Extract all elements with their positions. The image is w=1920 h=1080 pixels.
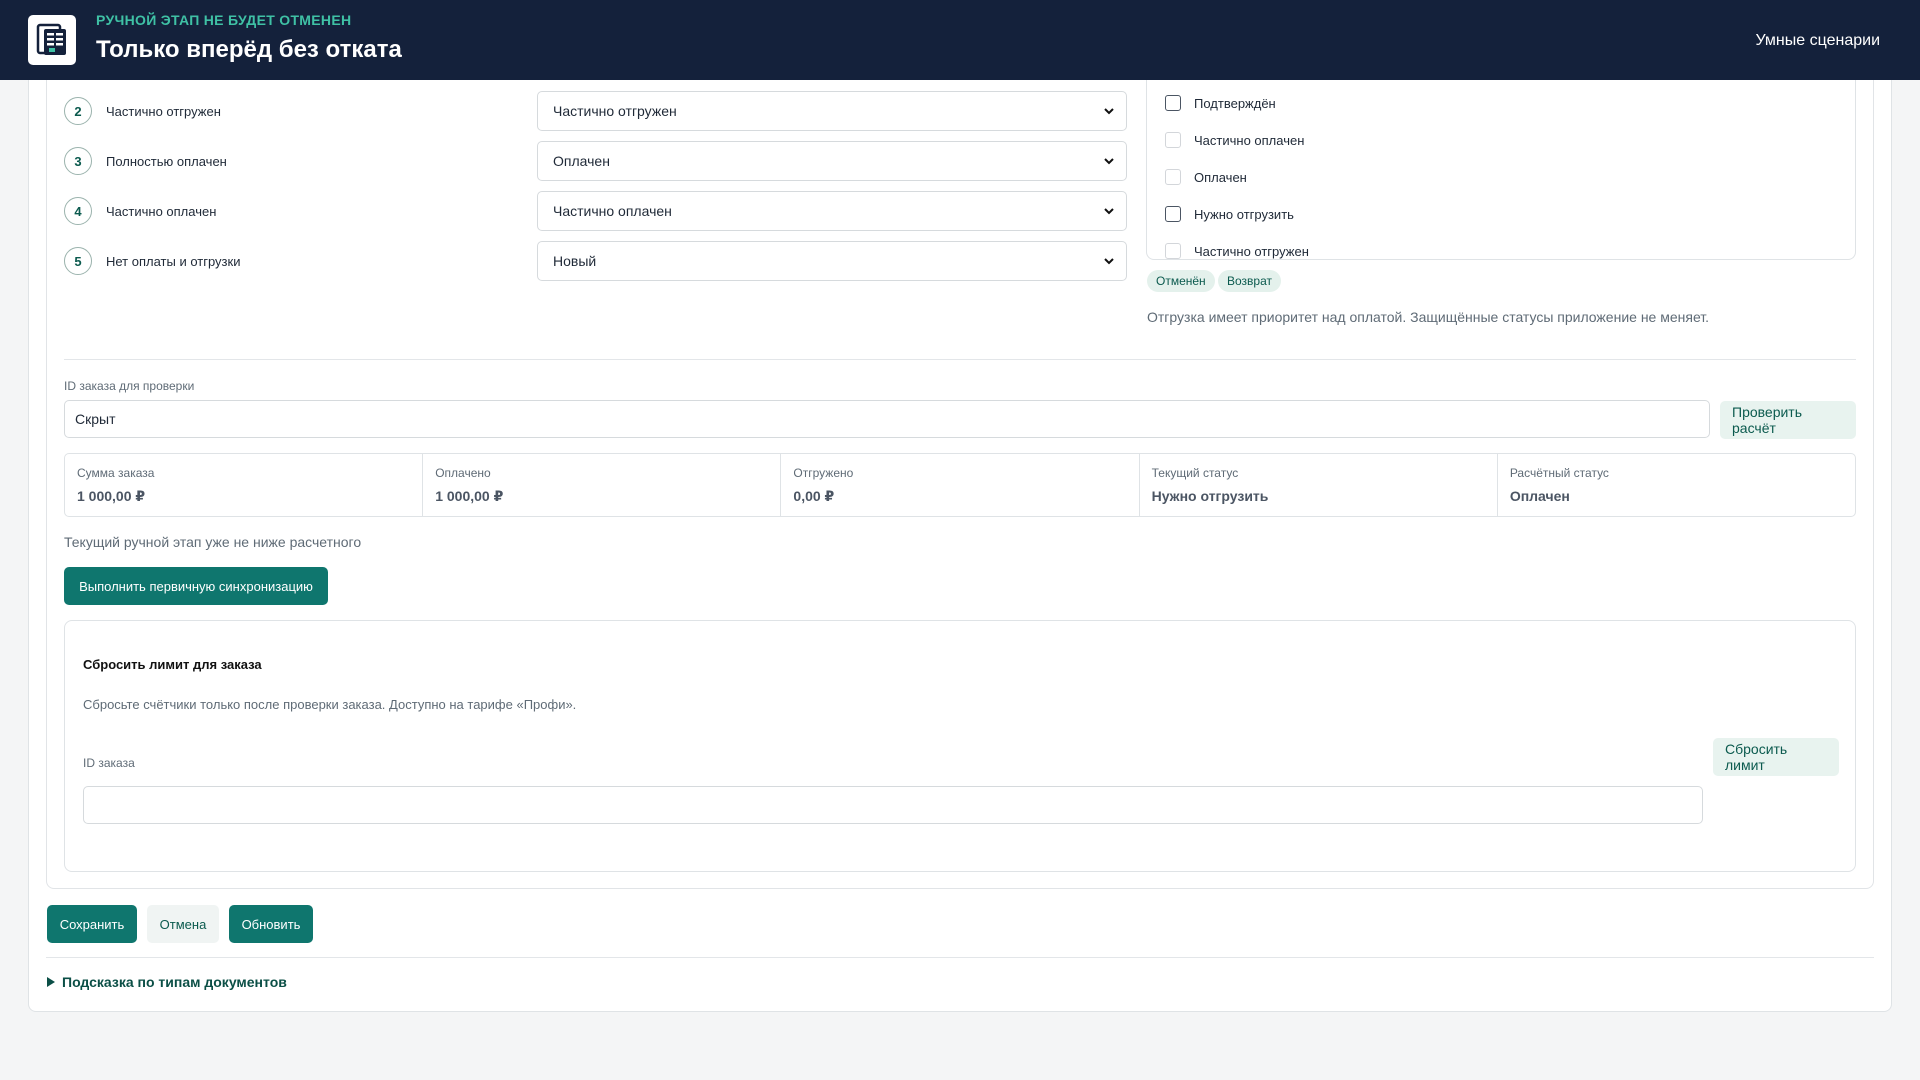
page-subtitle: РУЧНОЙ ЭТАП НЕ БУДЕТ ОТМЕНЕН — [96, 12, 352, 28]
reset-limit-title: Сбросить лимит для заказа — [83, 657, 262, 672]
cancel-button[interactable]: Отмена — [147, 905, 219, 943]
check-order-value: Скрыт — [75, 411, 116, 427]
rule-label: Частично оплачен — [106, 203, 217, 219]
top-bar: РУЧНОЙ ЭТАП НЕ БУДЕТ ОТМЕНЕН Только впер… — [0, 0, 1920, 80]
status-checkbox-label: Частично отгружен — [1194, 243, 1309, 259]
chevron-down-icon — [1104, 158, 1114, 165]
status-select[interactable]: Частично оплачен — [537, 191, 1127, 231]
rule-row: 5 Нет оплаты и отгрузки — [64, 241, 240, 281]
status-checkbox-item[interactable]: Нужно отгрузить — [1165, 206, 1294, 222]
tip-label: Подсказка по типам документов — [62, 974, 287, 990]
section-divider — [64, 359, 1856, 360]
reset-order-id-input[interactable] — [83, 786, 1703, 824]
app-logo-icon — [28, 15, 76, 65]
status-select-value: Частично оплачен — [553, 203, 672, 219]
document-types-tip[interactable]: Подсказка по типам документов — [46, 974, 287, 990]
refresh-button[interactable]: Обновить — [229, 905, 313, 943]
checkbox — [1165, 132, 1181, 148]
stat-key: Текущий статус — [1151, 466, 1239, 480]
chevron-down-icon — [1104, 208, 1114, 215]
rule-number: 4 — [64, 197, 92, 225]
save-button[interactable]: Сохранить — [47, 905, 137, 943]
stat-cell: Отгружено 0,00 ₽ — [781, 454, 1140, 516]
status-checkbox-label: Частично оплачен — [1194, 132, 1305, 148]
protected-status-list[interactable]: Подтверждён Частично оплачен Оплачен Нуж… — [1146, 60, 1856, 260]
status-select[interactable]: Частично отгружен — [537, 91, 1127, 131]
stat-value: 1 000,00 ₽ — [77, 488, 146, 504]
rule-row: 2 Частично отгружен — [64, 91, 221, 131]
stat-key: Сумма заказа — [77, 466, 155, 480]
status-checkbox-label: Оплачен — [1194, 169, 1247, 185]
stat-cell: Текущий статус Нужно отгрузить — [1140, 454, 1498, 516]
rule-label: Частично отгружен — [106, 103, 221, 119]
stat-cell: Оплачено 1 000,00 ₽ — [423, 454, 782, 516]
protected-status-chip: Отменён — [1147, 270, 1215, 292]
rule-row: 3 Полностью оплачен — [64, 141, 227, 181]
rule-label: Нет оплаты и отгрузки — [106, 253, 241, 269]
rule-number: 5 — [64, 247, 92, 275]
check-order-input[interactable]: Скрыт — [64, 400, 1710, 438]
reset-order-id-label: ID заказа — [83, 756, 135, 770]
priority-hint: Отгрузка имеет приоритет над оплатой. За… — [1147, 309, 1710, 325]
chevron-down-icon — [1104, 108, 1114, 115]
page-title: Только вперёд без отката — [96, 36, 402, 63]
stat-value: 1 000,00 ₽ — [435, 488, 504, 504]
checkbox — [1165, 169, 1181, 185]
stat-key: Оплачено — [435, 466, 491, 480]
stat-key: Расчётный статус — [1509, 466, 1609, 480]
protected-status-chip: Возврат — [1218, 270, 1281, 292]
reset-limit-description: Сбросьте счётчики только после проверки … — [83, 697, 577, 712]
triangle-right-icon — [47, 977, 55, 987]
check-order-label: ID заказа для проверки — [64, 379, 195, 393]
rule-label: Полностью оплачен — [106, 153, 227, 169]
rule-number: 2 — [64, 97, 92, 125]
reset-limit-button[interactable]: Сбросить лимит — [1713, 738, 1839, 776]
checkbox[interactable] — [1165, 95, 1181, 111]
status-select[interactable]: Новый — [537, 241, 1127, 281]
reset-limit-card: Сбросить лимит для заказа Сбросьте счётч… — [64, 620, 1856, 872]
status-checkbox-label: Нужно отгрузить — [1194, 206, 1294, 222]
chevron-down-icon — [1104, 258, 1114, 265]
checkbox — [1165, 243, 1181, 259]
status-select[interactable]: Оплачен — [537, 141, 1127, 181]
stat-cell: Сумма заказа 1 000,00 ₽ — [65, 454, 424, 516]
checkbox[interactable] — [1165, 206, 1181, 222]
check-result-text: Текущий ручной этап уже не ниже расчетно… — [64, 534, 362, 550]
status-checkbox-item[interactable]: Подтверждён — [1165, 95, 1276, 111]
status-select-value: Оплачен — [553, 153, 610, 169]
status-select-value: Частично отгружен — [553, 103, 677, 119]
footer-divider — [46, 957, 1874, 958]
stat-value: Нужно отгрузить — [1151, 488, 1269, 504]
check-calculation-button[interactable]: Проверить расчёт — [1720, 401, 1856, 439]
stat-value: 0,00 ₽ — [793, 488, 835, 504]
order-stats: Сумма заказа 1 000,00 ₽ Оплачено 1 000,0… — [64, 453, 1856, 517]
stat-cell: Расчётный статус Оплачен — [1498, 454, 1855, 516]
status-checkbox-item: Частично отгружен — [1165, 243, 1309, 259]
status-select-value: Новый — [553, 253, 597, 269]
status-checkbox-label: Подтверждён — [1194, 95, 1276, 111]
nav-link-smart-scenarios[interactable]: Умные сценарии — [1755, 32, 1880, 50]
stat-key: Отгружено — [793, 466, 854, 480]
status-checkbox-item: Оплачен — [1165, 169, 1247, 185]
rule-number: 3 — [64, 147, 92, 175]
status-checkbox-item: Частично оплачен — [1165, 132, 1304, 148]
stat-value: Оплачен — [1509, 488, 1570, 504]
initial-sync-button[interactable]: Выполнить первичную синхронизацию — [64, 567, 328, 605]
rule-row: 4 Частично оплачен — [64, 191, 216, 231]
